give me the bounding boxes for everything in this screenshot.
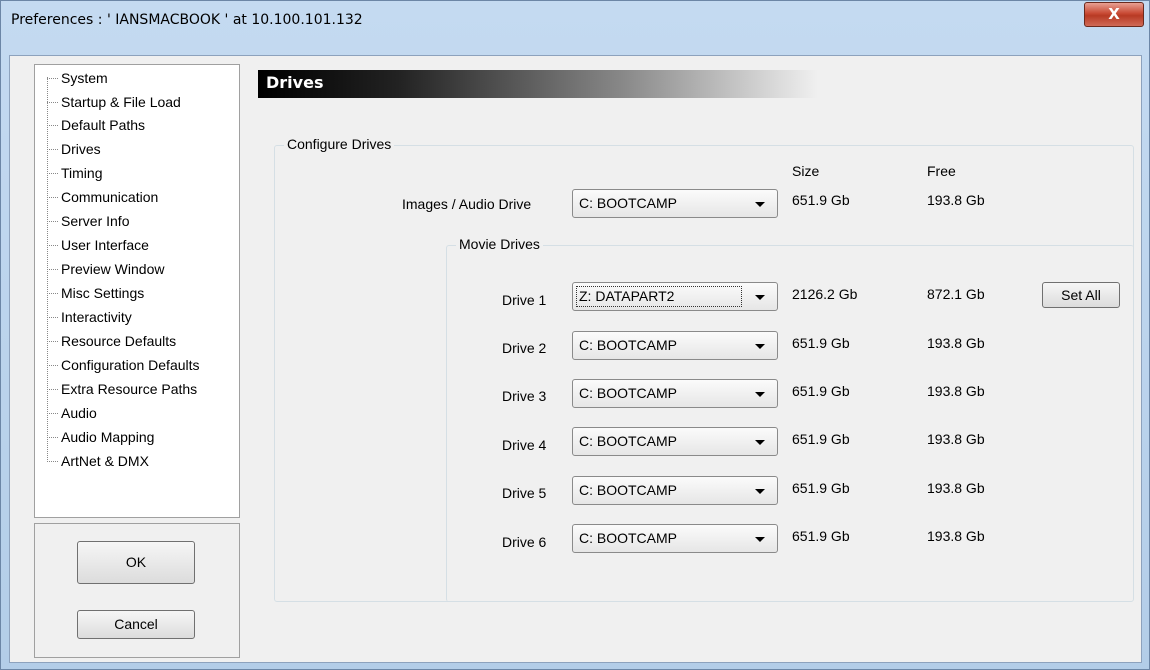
- drive-1-label: Drive 1: [502, 292, 547, 308]
- tree-item-label: Default Paths: [61, 117, 146, 133]
- ok-button[interactable]: OK: [77, 541, 195, 584]
- tree-item-label: Timing: [61, 165, 103, 181]
- tree-item-default-paths[interactable]: Default Paths: [47, 114, 145, 136]
- drive-3-label: Drive 3: [502, 388, 547, 404]
- set-all-button[interactable]: Set All: [1042, 282, 1120, 308]
- tree-item-label: Preview Window: [61, 261, 165, 277]
- preferences-window: Preferences : ' IANSMACBOOK ' at 10.100.…: [0, 0, 1150, 670]
- images-audio-drive-value: C: BOOTCAMP: [579, 195, 678, 211]
- drive-2-free: 193.8 Gb: [927, 335, 985, 351]
- category-tree: System Startup & File Load Default Paths…: [34, 64, 240, 518]
- tree-item-configuration-defaults[interactable]: Configuration Defaults: [47, 354, 200, 376]
- tree-item-label: ArtNet & DMX: [61, 453, 149, 469]
- dialog-buttons-group: OK Cancel: [34, 523, 240, 658]
- tree-item-label: Resource Defaults: [61, 333, 177, 349]
- chevron-down-icon: [755, 537, 765, 542]
- drive-5-label: Drive 5: [502, 485, 547, 501]
- chevron-down-icon: [755, 202, 765, 207]
- images-audio-size: 651.9 Gb: [792, 192, 850, 208]
- drive-1-select[interactable]: Z: DATAPART2: [572, 282, 778, 311]
- tree-item-label: Drives: [61, 141, 101, 157]
- tree-item-label: Startup & File Load: [61, 94, 181, 110]
- tree-item-preview-window[interactable]: Preview Window: [47, 258, 164, 280]
- tree-item-user-interface[interactable]: User Interface: [47, 234, 149, 256]
- drive-5-select[interactable]: C: BOOTCAMP: [572, 476, 778, 505]
- tree-item-label: Audio Mapping: [61, 429, 155, 445]
- window-title: Preferences : ' IANSMACBOOK ' at 10.100.…: [11, 12, 363, 28]
- tree-item-extra-resource-paths[interactable]: Extra Resource Paths: [47, 378, 197, 400]
- tree-item-misc-settings[interactable]: Misc Settings: [47, 282, 144, 304]
- drive-6-label: Drive 6: [502, 534, 547, 550]
- drive-3-value: C: BOOTCAMP: [579, 385, 678, 401]
- client-area: System Startup & File Load Default Paths…: [9, 55, 1142, 663]
- tree-item-interactivity[interactable]: Interactivity: [47, 306, 132, 328]
- drive-3-select[interactable]: C: BOOTCAMP: [572, 379, 778, 408]
- tree-item-communication[interactable]: Communication: [47, 186, 158, 208]
- drive-5-free: 193.8 Gb: [927, 480, 985, 496]
- tree-item-label: Audio: [61, 405, 97, 421]
- movie-drives-group: Movie Drives: [446, 236, 1134, 602]
- title-bar: Preferences : ' IANSMACBOOK ' at 10.100.…: [1, 1, 1149, 41]
- chevron-down-icon: [755, 440, 765, 445]
- images-audio-drive-label: Images / Audio Drive: [402, 196, 532, 212]
- tree-item-label: Configuration Defaults: [61, 357, 200, 373]
- size-column-header: Size: [792, 163, 820, 179]
- chevron-down-icon: [755, 489, 765, 494]
- tree-item-server-info[interactable]: Server Info: [47, 210, 129, 232]
- tree-item-label: Server Info: [61, 213, 130, 229]
- close-button[interactable]: X: [1084, 2, 1144, 27]
- tree-item-resource-defaults[interactable]: Resource Defaults: [47, 330, 176, 352]
- drive-3-free: 193.8 Gb: [927, 383, 985, 399]
- section-header-bar: Drives: [258, 70, 818, 98]
- drive-6-select[interactable]: C: BOOTCAMP: [572, 524, 778, 553]
- tree-item-label: User Interface: [61, 237, 149, 253]
- drive-4-label: Drive 4: [502, 437, 547, 453]
- cancel-button[interactable]: Cancel: [77, 610, 195, 639]
- drive-6-value: C: BOOTCAMP: [579, 530, 678, 546]
- tree-item-startup[interactable]: Startup & File Load: [47, 91, 181, 113]
- drive-5-value: C: BOOTCAMP: [579, 482, 678, 498]
- drive-1-free: 872.1 Gb: [927, 286, 985, 302]
- drive-2-size: 651.9 Gb: [792, 335, 850, 351]
- drive-2-label: Drive 2: [502, 340, 547, 356]
- tree-item-label: Interactivity: [61, 309, 132, 325]
- tree-item-drives[interactable]: Drives: [47, 138, 101, 160]
- drive-3-size: 651.9 Gb: [792, 383, 850, 399]
- tree-item-audio-mapping[interactable]: Audio Mapping: [47, 426, 154, 448]
- tree-item-audio[interactable]: Audio: [47, 402, 97, 424]
- movie-drives-legend: Movie Drives: [456, 236, 543, 252]
- drive-2-select[interactable]: C: BOOTCAMP: [572, 331, 778, 360]
- tree-item-label: Communication: [61, 189, 159, 205]
- chevron-down-icon: [755, 344, 765, 349]
- free-column-header: Free: [927, 163, 956, 179]
- images-audio-free: 193.8 Gb: [927, 192, 985, 208]
- drive-4-size: 651.9 Gb: [792, 431, 850, 447]
- drive-2-value: C: BOOTCAMP: [579, 337, 678, 353]
- drive-6-free: 193.8 Gb: [927, 528, 985, 544]
- tree-item-system[interactable]: System: [47, 67, 108, 89]
- drive-1-size: 2126.2 Gb: [792, 286, 858, 302]
- chevron-down-icon: [755, 295, 765, 300]
- images-audio-drive-select[interactable]: C: BOOTCAMP: [572, 189, 778, 218]
- tree-item-label: System: [61, 70, 108, 86]
- section-title: Drives: [266, 73, 324, 92]
- drive-5-size: 651.9 Gb: [792, 480, 850, 496]
- tree-item-label: Extra Resource Paths: [61, 381, 198, 397]
- tree-item-artnet-dmx[interactable]: ArtNet & DMX: [47, 450, 149, 472]
- close-icon: X: [1108, 5, 1120, 23]
- drive-4-select[interactable]: C: BOOTCAMP: [572, 427, 778, 456]
- drive-4-value: C: BOOTCAMP: [579, 433, 678, 449]
- drive-1-value: Z: DATAPART2: [579, 288, 675, 304]
- drive-6-size: 651.9 Gb: [792, 528, 850, 544]
- drive-4-free: 193.8 Gb: [927, 431, 985, 447]
- tree-item-label: Misc Settings: [61, 285, 145, 301]
- tree-item-timing[interactable]: Timing: [47, 162, 103, 184]
- configure-drives-legend: Configure Drives: [284, 136, 395, 152]
- chevron-down-icon: [755, 392, 765, 397]
